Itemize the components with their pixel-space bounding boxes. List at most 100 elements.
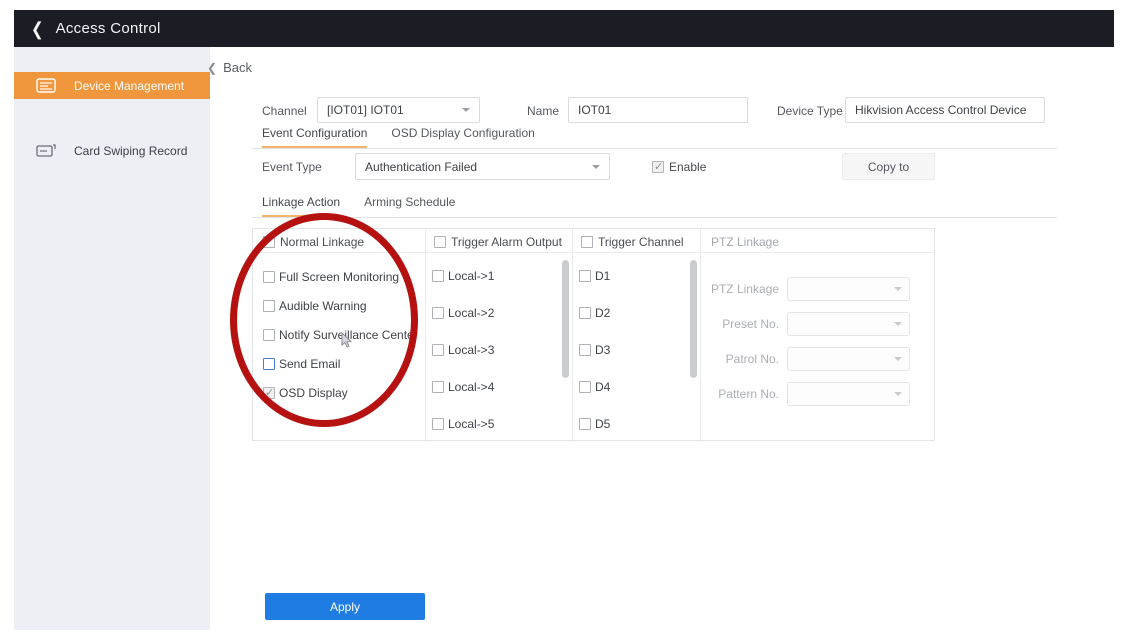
ptz-linkage-row: PTZ Linkage	[701, 277, 910, 301]
patrol-no-label: Patrol No.	[701, 352, 779, 366]
preset-no-row: Preset No.	[701, 312, 910, 336]
list-item: Local->2	[432, 294, 494, 331]
channel-value: [IOT01] IOT01	[327, 103, 404, 117]
page-title: Access Control	[56, 20, 161, 37]
ptz-linkage-select	[787, 277, 910, 301]
list-item: D3	[579, 331, 610, 368]
sidebar-item-card-swiping-record[interactable]: Card Swiping Record	[14, 137, 210, 164]
d1-checkbox[interactable]	[579, 270, 591, 282]
event-type-select[interactable]: Authentication Failed	[355, 153, 610, 180]
trigger-channel-checkbox[interactable]	[581, 236, 593, 248]
sidebar: Device Management Card Swiping Record	[14, 47, 210, 630]
app-window: ❮ Access Control Device Management Card …	[14, 10, 1114, 630]
chevron-down-icon	[894, 392, 902, 396]
list-item: D2	[579, 294, 610, 331]
back-chevron-icon[interactable]: ❮	[31, 18, 44, 40]
list-item: Full Screen Monitoring	[263, 262, 418, 291]
list-item: Audible Warning	[263, 291, 418, 320]
column-header-label: PTZ Linkage	[711, 235, 779, 249]
column-trigger-alarm-output: Trigger Alarm Output Local->1 Local->2 L…	[426, 229, 573, 442]
notify-surveillance-center-checkbox[interactable]	[263, 329, 275, 341]
linkage-action-table: Normal Linkage Full Screen Monitoring Au…	[252, 228, 935, 441]
scrollbar-thumb[interactable]	[690, 260, 697, 378]
channel-select[interactable]: [IOT01] IOT01	[317, 97, 480, 123]
ptz-linkage-label: PTZ Linkage	[701, 282, 779, 296]
column-header-label: Trigger Channel	[598, 235, 684, 249]
scrollbar-thumb[interactable]	[562, 260, 569, 378]
d4-checkbox[interactable]	[579, 381, 591, 393]
list-item: D4	[579, 368, 610, 405]
list-item: D1	[579, 257, 610, 294]
send-email-checkbox[interactable]	[263, 358, 275, 370]
chevron-down-icon	[592, 165, 600, 169]
copy-to-button[interactable]: Copy to	[842, 153, 935, 180]
sidebar-item-label: Card Swiping Record	[74, 144, 187, 158]
list-item: Local->1	[432, 257, 494, 294]
enable-label: Enable	[669, 160, 706, 174]
titlebar: ❮ Access Control	[14, 10, 1114, 47]
chevron-down-icon	[894, 322, 902, 326]
column-ptz-linkage: PTZ Linkage PTZ Linkage Preset No. Patro…	[701, 229, 936, 442]
chevron-down-icon	[462, 108, 470, 112]
column-header-label: Trigger Alarm Output	[451, 235, 562, 249]
sidebar-item-device-management[interactable]: Device Management	[14, 72, 210, 99]
device-type-value: Hikvision Access Control Device	[855, 103, 1026, 117]
preset-no-label: Preset No.	[701, 317, 779, 331]
name-field[interactable]: IOT01	[568, 97, 748, 123]
pattern-no-select	[787, 382, 910, 406]
event-type-label: Event Type	[262, 160, 322, 174]
config-tabs: Event Configuration OSD Display Configur…	[262, 126, 535, 148]
d3-checkbox[interactable]	[579, 344, 591, 356]
event-type-value: Authentication Failed	[365, 160, 477, 174]
name-value: IOT01	[578, 103, 611, 117]
device-type-label: Device Type	[777, 104, 843, 118]
preset-no-select	[787, 312, 910, 336]
local-3-checkbox[interactable]	[432, 344, 444, 356]
enable-checkbox[interactable]	[652, 161, 664, 173]
list-item: Send Email	[263, 349, 418, 378]
device-type-field[interactable]: Hikvision Access Control Device	[845, 97, 1045, 123]
tab-event-configuration[interactable]: Event Configuration	[262, 126, 367, 148]
chevron-down-icon	[894, 357, 902, 361]
column-normal-linkage: Normal Linkage Full Screen Monitoring Au…	[253, 229, 426, 442]
divider	[252, 217, 1057, 218]
full-screen-monitoring-checkbox[interactable]	[263, 271, 275, 283]
local-1-checkbox[interactable]	[432, 270, 444, 282]
patrol-no-row: Patrol No.	[701, 347, 910, 371]
column-trigger-channel: Trigger Channel D1 D2 D3 D4 D5	[573, 229, 701, 442]
normal-linkage-checkbox[interactable]	[263, 236, 275, 248]
tab-linkage-action[interactable]: Linkage Action	[262, 195, 340, 217]
local-4-checkbox[interactable]	[432, 381, 444, 393]
list-item: Local->3	[432, 331, 494, 368]
audible-warning-checkbox[interactable]	[263, 300, 275, 312]
tab-osd-display-configuration[interactable]: OSD Display Configuration	[391, 126, 534, 148]
apply-button[interactable]: Apply	[265, 593, 425, 620]
linkage-tabs: Linkage Action Arming Schedule	[262, 195, 455, 217]
enable-row: Enable	[652, 160, 706, 174]
back-label: Back	[223, 60, 252, 75]
device-management-icon	[36, 78, 56, 93]
back-link[interactable]: ❮ Back	[207, 60, 252, 75]
name-label: Name	[527, 104, 559, 118]
tab-arming-schedule[interactable]: Arming Schedule	[364, 195, 455, 217]
card-swiping-record-icon	[36, 143, 56, 158]
osd-display-checkbox[interactable]	[263, 387, 275, 399]
trigger-alarm-output-checkbox[interactable]	[434, 236, 446, 248]
local-2-checkbox[interactable]	[432, 307, 444, 319]
back-arrow-icon: ❮	[207, 61, 217, 75]
list-item: Notify Surveillance Center	[263, 320, 418, 349]
d5-checkbox[interactable]	[579, 418, 591, 430]
channel-label: Channel	[262, 104, 307, 118]
d2-checkbox[interactable]	[579, 307, 591, 319]
patrol-no-select	[787, 347, 910, 371]
pattern-no-row: Pattern No.	[701, 382, 910, 406]
list-item: OSD Display	[263, 378, 418, 407]
list-item: Local->4	[432, 368, 494, 405]
sidebar-item-label: Device Management	[74, 79, 184, 93]
list-item: D5	[579, 405, 610, 442]
local-5-checkbox[interactable]	[432, 418, 444, 430]
column-header-label: Normal Linkage	[280, 235, 364, 249]
pattern-no-label: Pattern No.	[701, 387, 779, 401]
chevron-down-icon	[894, 287, 902, 291]
list-item: Local->5	[432, 405, 494, 442]
